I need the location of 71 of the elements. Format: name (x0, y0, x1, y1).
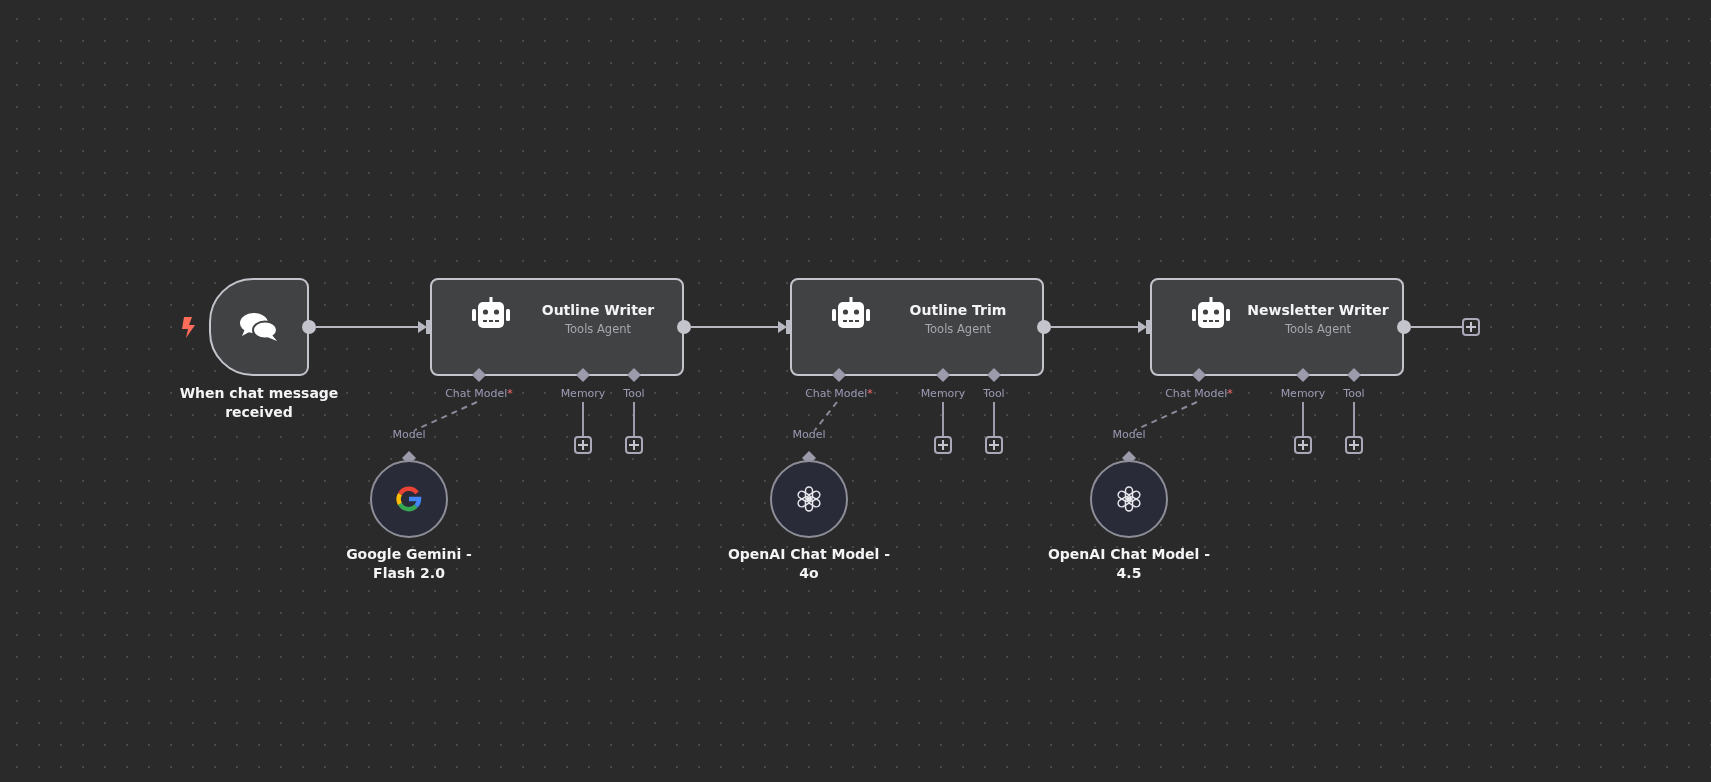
node-title: Newsletter Writer (1247, 302, 1389, 318)
node-label: When chat message received (178, 384, 340, 422)
node-label: OpenAI Chat Model - 4o (726, 545, 892, 583)
connection-handle[interactable] (1192, 368, 1206, 382)
connector-line (1410, 326, 1463, 328)
port-label: Memory (920, 387, 966, 401)
add-button[interactable] (1294, 436, 1312, 454)
port-label: Memory (560, 387, 606, 401)
port-label: Chat Model* (805, 387, 873, 401)
google-g-icon (396, 486, 422, 512)
port-label: Tool (983, 387, 1005, 401)
lightning-icon (182, 317, 195, 338)
knot-icon (1115, 485, 1143, 513)
robot-icon (832, 297, 870, 329)
dashed-connector (814, 401, 838, 431)
trigger-node[interactable] (209, 278, 309, 376)
add-button[interactable] (1462, 318, 1480, 336)
add-button[interactable] (934, 436, 952, 454)
node-label: OpenAI Chat Model - 4.5 (1046, 545, 1212, 583)
output-handle[interactable] (1037, 320, 1051, 334)
connection-handle[interactable] (1347, 368, 1361, 382)
plus-icon (578, 440, 588, 450)
node-label: Google Gemini - Flash 2.0 (345, 545, 473, 583)
connection-handle[interactable] (1296, 368, 1310, 382)
add-button[interactable] (574, 436, 592, 454)
agent-node[interactable]: Newsletter Writer Tools Agent (1150, 278, 1404, 376)
port-label: Tool (623, 387, 645, 401)
plus-icon (1466, 322, 1476, 332)
node-title: Outline Writer (541, 302, 655, 318)
plus-icon (989, 440, 999, 450)
plus-icon (938, 440, 948, 450)
dashed-connector (1134, 401, 1198, 431)
connection-handle[interactable] (936, 368, 950, 382)
node-title: Outline Trim (909, 302, 1007, 318)
port-label: Model (1112, 428, 1146, 442)
chat-bubbles-icon (239, 311, 279, 343)
connection-handle[interactable] (472, 368, 486, 382)
add-button[interactable] (985, 436, 1003, 454)
robot-icon (472, 297, 510, 329)
connector-line (1302, 401, 1304, 437)
node-subtitle: Tools Agent (925, 322, 991, 336)
connector-line (993, 401, 995, 437)
plus-icon (629, 440, 639, 450)
port-label: Tool (1343, 387, 1365, 401)
add-button[interactable] (1345, 436, 1363, 454)
add-button[interactable] (625, 436, 643, 454)
robot-icon (1192, 297, 1230, 329)
port-label: Chat Model* (445, 387, 513, 401)
connection-handle[interactable] (832, 368, 846, 382)
plus-icon (1349, 440, 1359, 450)
connection-handle[interactable] (576, 368, 590, 382)
connector-line (633, 401, 635, 437)
agent-node[interactable]: Outline Trim Tools Agent (790, 278, 1044, 376)
node-subtitle: Tools Agent (1285, 322, 1351, 336)
connection-handle[interactable] (987, 368, 1001, 382)
port-label: Model (792, 428, 826, 442)
port-label: Model (392, 428, 426, 442)
plus-icon (1298, 440, 1308, 450)
knot-icon (795, 485, 823, 513)
port-label: Memory (1280, 387, 1326, 401)
output-handle[interactable] (677, 320, 691, 334)
connection-handle[interactable] (627, 368, 641, 382)
connector-line (1353, 401, 1355, 437)
connector-line (582, 401, 584, 437)
agent-node[interactable]: Outline Writer Tools Agent (430, 278, 684, 376)
output-handle[interactable] (1397, 320, 1411, 334)
node-subtitle: Tools Agent (565, 322, 631, 336)
port-label: Chat Model* (1165, 387, 1233, 401)
connector-line (942, 401, 944, 437)
output-handle[interactable] (302, 320, 316, 334)
dashed-connector (414, 401, 478, 431)
